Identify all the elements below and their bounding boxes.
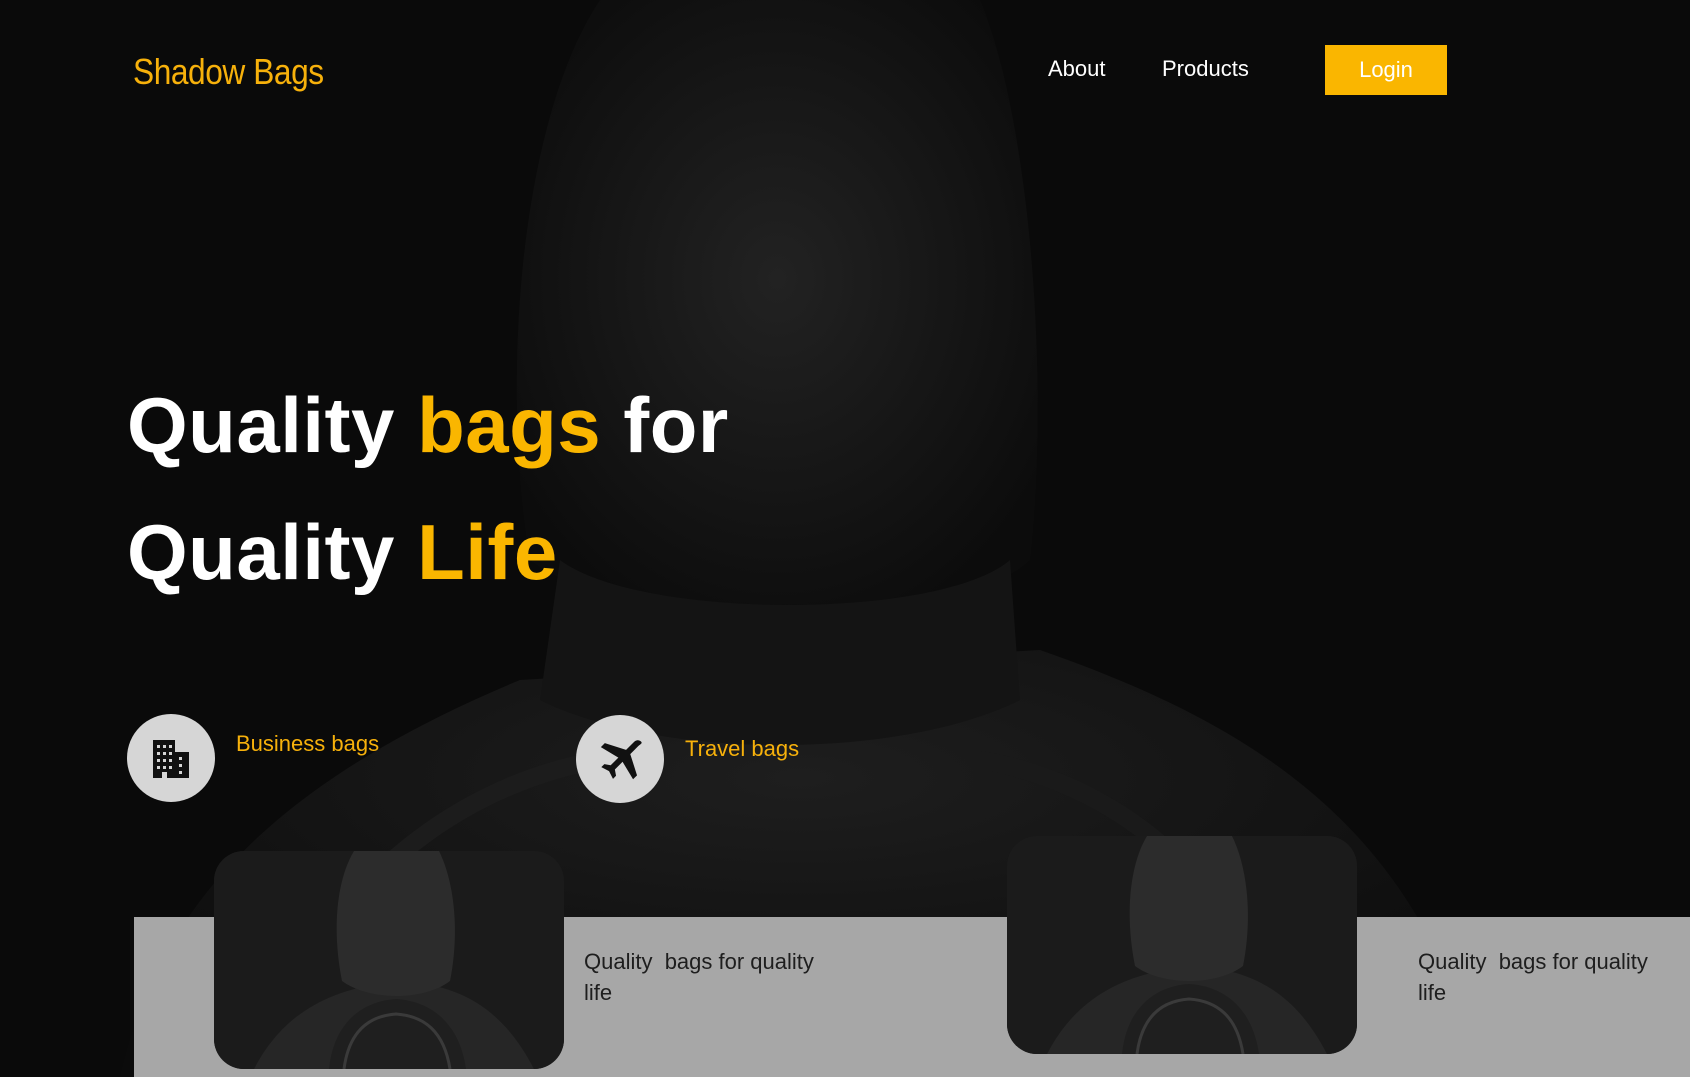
travel-bags-label[interactable]: Travel bags (685, 736, 799, 762)
hero-headline-line-1: Quality bags for (127, 380, 729, 471)
nav-about-link[interactable]: About (1048, 56, 1106, 82)
product-card-2[interactable] (1007, 836, 1357, 1054)
product-card-1[interactable] (214, 851, 564, 1069)
landing-page: Shadow Bags About Products Login Quality… (0, 0, 1690, 1077)
business-bags-label[interactable]: Business bags (236, 731, 379, 757)
business-bags-icon-button[interactable] (127, 714, 215, 802)
headline-text: Quality (127, 508, 418, 596)
headline-text: Quality (127, 381, 418, 469)
hooded-figure-backpack-image (214, 851, 564, 1069)
hooded-figure-backpack-image (1007, 836, 1357, 1054)
headline-text: for (601, 381, 729, 469)
nav-products-link[interactable]: Products (1162, 56, 1249, 82)
product-card-2-description: Quality bags for quality life (1418, 949, 1655, 1005)
travel-bags-icon-button[interactable] (576, 715, 664, 803)
hero-headline-line-2: Quality Life (127, 507, 558, 598)
headline-accent-word: Life (417, 508, 558, 596)
brand-logo[interactable]: Shadow Bags (133, 51, 324, 93)
product-card-1-description: Quality bags for quality life (584, 949, 821, 1005)
headline-accent-word: bags (417, 381, 602, 469)
login-button[interactable]: Login (1325, 45, 1447, 95)
airplane-icon (600, 740, 642, 780)
building-icon (153, 740, 189, 778)
